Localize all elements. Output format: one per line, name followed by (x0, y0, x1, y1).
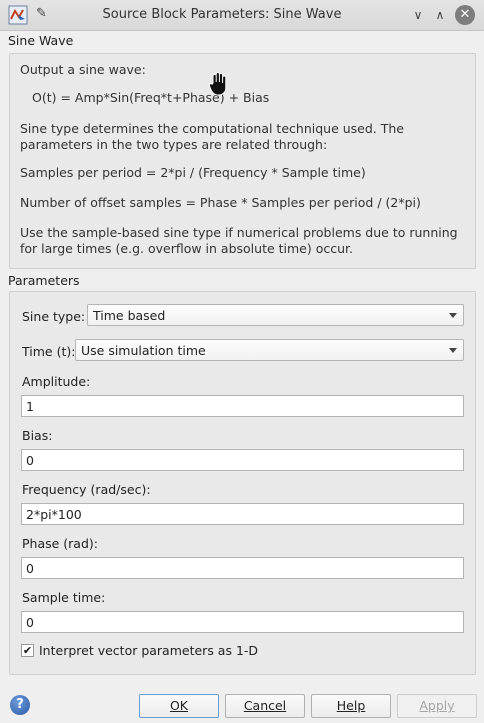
description-line: Number of offset samples = Phase * Sampl… (20, 195, 421, 210)
block-section-label: Sine Wave (8, 33, 74, 48)
hand-cursor-icon (208, 71, 227, 96)
close-icon[interactable]: ✕ (455, 5, 475, 25)
apply-button[interactable]: Apply (397, 694, 477, 718)
ok-button[interactable]: OK (139, 694, 219, 718)
ok-button-label: OK (169, 698, 189, 713)
phase-label: Phase (rad): (22, 536, 98, 551)
apply-button-label: Apply (419, 698, 455, 713)
phase-value: 0 (26, 561, 34, 576)
amplitude-input[interactable]: 1 (21, 395, 464, 417)
bias-value: 0 (26, 453, 34, 468)
title-bar[interactable]: ✎ Source Block Parameters: Sine Wave ∨ ∧… (0, 0, 484, 31)
help-button[interactable]: Help (311, 694, 391, 718)
frequency-label: Frequency (rad/sec): (22, 482, 151, 497)
minimize-icon[interactable]: ∨ (409, 6, 427, 24)
sample-time-input[interactable]: 0 (21, 611, 464, 633)
description-line: Samples per period = 2*pi / (Frequency *… (20, 165, 366, 180)
parameters-panel: Sine type: Time based Time (t): Use simu… (9, 291, 476, 675)
simulink-app-icon (8, 5, 28, 25)
description-panel: Output a sine wave: O(t) = Amp*Sin(Freq*… (9, 53, 476, 269)
description-line: Output a sine wave: (20, 62, 146, 77)
cancel-button[interactable]: Cancel (225, 694, 305, 718)
sample-time-value: 0 (26, 615, 34, 630)
sine-type-select[interactable]: Time based (87, 304, 464, 326)
sine-type-label: Sine type: (22, 309, 86, 324)
phase-input[interactable]: 0 (21, 557, 464, 579)
time-select[interactable]: Use simulation time (75, 339, 464, 361)
chevron-down-icon (449, 313, 457, 318)
sine-type-value: Time based (93, 308, 166, 323)
description-formula: O(t) = Amp*Sin(Freq*t+Phase) + Bias (32, 90, 270, 105)
sample-time-label: Sample time: (22, 590, 106, 605)
help-icon[interactable]: ? (10, 695, 30, 715)
frequency-input[interactable]: 2*pi*100 (21, 503, 464, 525)
description-line: Use the sample-based sine type if numeri… (20, 225, 458, 256)
parameters-section-label: Parameters (8, 273, 80, 288)
help-button-label: Help (336, 698, 366, 713)
amplitude-label: Amplitude: (22, 374, 91, 389)
description-line: Sine type determines the computational t… (20, 121, 404, 152)
pin-icon[interactable]: ✎ (36, 6, 47, 21)
frequency-value: 2*pi*100 (26, 507, 82, 522)
cancel-button-label: Cancel (243, 698, 287, 713)
bias-label: Bias: (22, 428, 53, 443)
maximize-icon[interactable]: ∧ (431, 6, 449, 24)
time-label: Time (t): (22, 344, 76, 359)
amplitude-value: 1 (26, 399, 34, 414)
time-value: Use simulation time (81, 343, 206, 358)
window-title: Source Block Parameters: Sine Wave (102, 7, 342, 22)
bias-input[interactable]: 0 (21, 449, 464, 471)
interpret-vector-checkbox[interactable]: ✔ (21, 644, 34, 657)
chevron-down-icon (449, 348, 457, 353)
interpret-vector-label[interactable]: Interpret vector parameters as 1-D (39, 643, 258, 658)
